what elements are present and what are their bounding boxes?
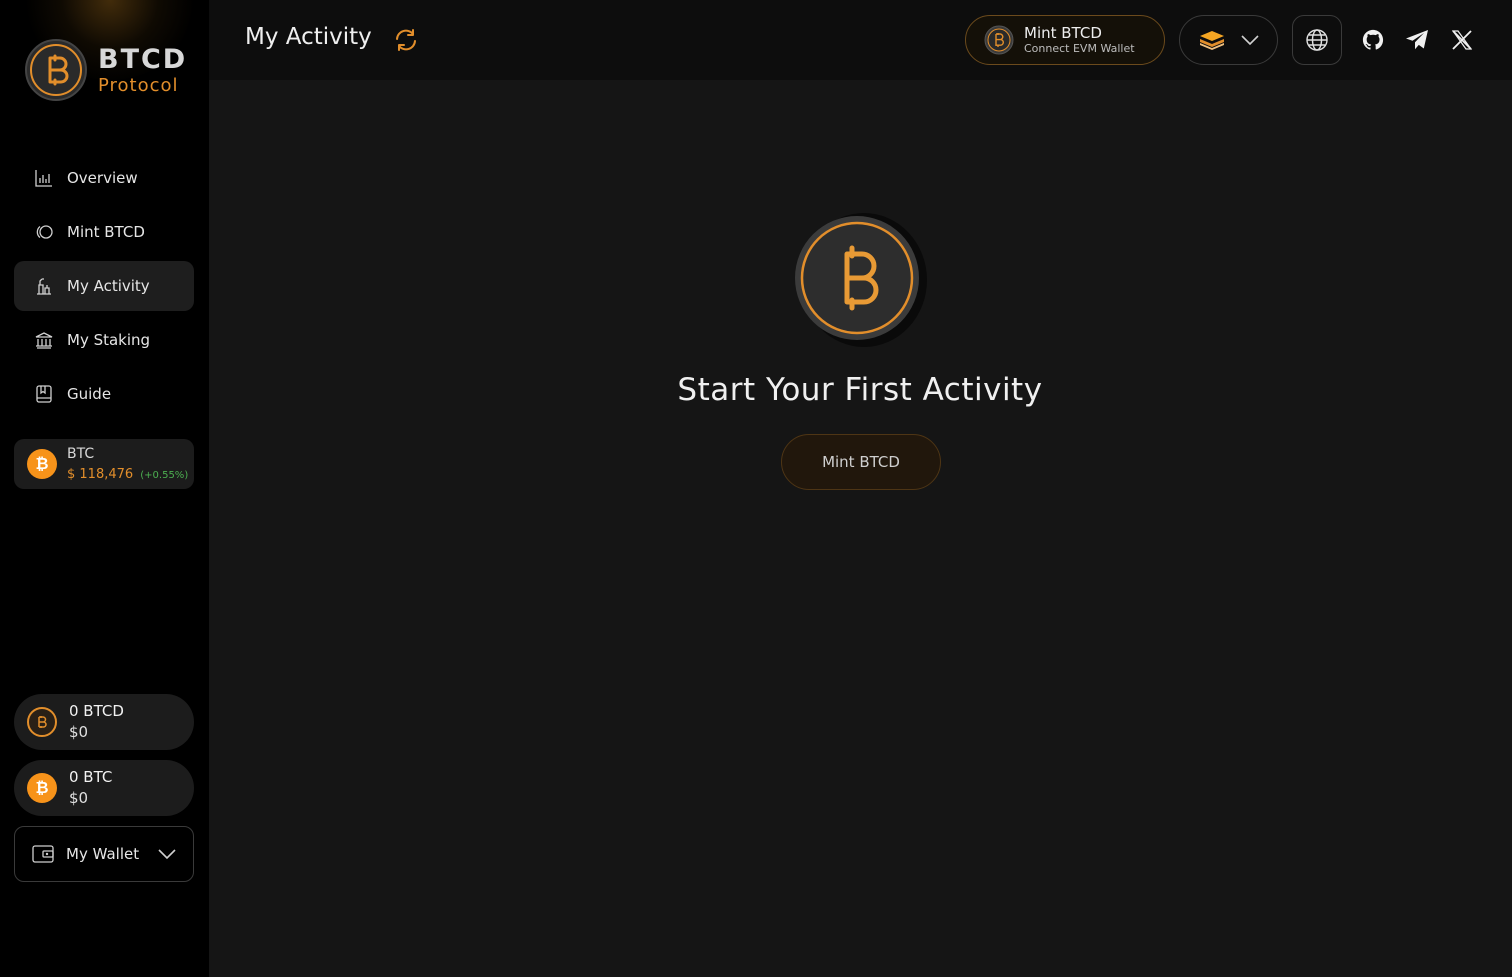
x-twitter-link[interactable] <box>1450 28 1474 52</box>
connect-wallet-button[interactable]: Mint BTCD Connect EVM Wallet <box>965 15 1165 65</box>
book-icon <box>34 384 54 404</box>
balance-usd: $0 <box>69 789 89 807</box>
btc-coin-icon: ₿ <box>27 449 57 479</box>
sidebar-nav: Overview Mint BTCD My Activity My Stakin… <box>14 153 194 423</box>
page-title: My Activity <box>245 24 372 50</box>
btcd-logo-icon <box>25 39 87 101</box>
telegram-link[interactable] <box>1405 28 1429 52</box>
x-icon <box>1451 30 1473 50</box>
sidebar-item-my-staking[interactable]: My Staking <box>14 315 194 365</box>
mint-btcd-button[interactable]: Mint BTCD <box>781 434 941 490</box>
brand-subtitle: Protocol <box>98 74 179 96</box>
bank-icon <box>34 330 54 350</box>
top-header: My Activity Mint BTCD Connect EVM Wallet <box>209 0 1512 80</box>
chevron-down-icon <box>1241 35 1259 46</box>
wallet-icon <box>32 845 54 863</box>
network-selector[interactable] <box>1179 15 1278 65</box>
sidebar-item-label: My Staking <box>67 331 151 349</box>
globe-icon <box>1306 29 1328 51</box>
empty-state-title: Start Your First Activity <box>677 372 1043 408</box>
btcd-coin-icon <box>984 25 1014 55</box>
sidebar-item-my-activity[interactable]: My Activity <box>14 261 194 311</box>
sidebar: BTCD Protocol Overview Mint BTCD My Acti… <box>0 0 209 977</box>
price-symbol: BTC <box>67 445 95 462</box>
my-wallet-button[interactable]: My Wallet <box>14 826 194 882</box>
sidebar-item-overview[interactable]: Overview <box>14 153 194 203</box>
sidebar-item-label: Mint BTCD <box>67 223 145 241</box>
btcd-coin-illustration-icon <box>795 213 927 347</box>
telegram-icon <box>1406 30 1428 50</box>
sidebar-item-label: My Activity <box>67 277 150 295</box>
connect-subtitle: Connect EVM Wallet <box>1024 42 1135 56</box>
btc-price-card: ₿ BTC $ 118,476 (+0.55%) <box>14 439 194 489</box>
brand-title: BTCD <box>98 43 188 75</box>
network-layers-icon <box>1200 31 1224 50</box>
balance-usd: $0 <box>69 723 89 741</box>
btc-balance-card: ₿ 0 BTC $0 <box>14 760 194 816</box>
btc-coin-icon: ₿ <box>27 773 57 803</box>
refresh-icon[interactable] <box>393 27 419 53</box>
mint-icon <box>34 222 54 242</box>
chevron-down-icon <box>158 849 176 860</box>
connect-title: Mint BTCD <box>1024 23 1102 42</box>
brand-logo[interactable]: BTCD Protocol <box>24 38 187 102</box>
price-value: $ 118,476 <box>67 466 134 482</box>
github-icon <box>1362 29 1384 50</box>
sidebar-item-mint-btcd[interactable]: Mint BTCD <box>14 207 194 257</box>
sidebar-item-guide[interactable]: Guide <box>14 369 194 419</box>
btcd-balance-card: 0 BTCD $0 <box>14 694 194 750</box>
activity-icon <box>34 276 54 296</box>
sidebar-item-label: Guide <box>67 385 112 403</box>
bar-chart-icon <box>34 168 54 188</box>
sidebar-item-label: Overview <box>67 169 138 187</box>
wallet-label: My Wallet <box>66 845 140 863</box>
github-link[interactable] <box>1361 28 1385 52</box>
balance-amount: 0 BTC <box>69 768 113 786</box>
language-button[interactable] <box>1292 15 1342 65</box>
balance-amount: 0 BTCD <box>69 702 124 720</box>
price-change: (+0.55%) <box>140 469 189 481</box>
btcd-coin-icon <box>27 707 57 737</box>
